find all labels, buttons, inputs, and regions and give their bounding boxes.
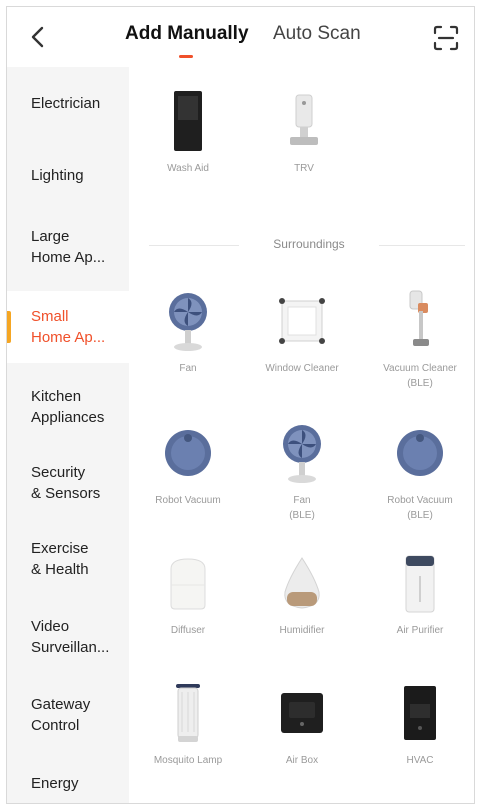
app-screen: Add Manually Auto Scan Electrician Light… xyxy=(6,6,475,804)
device-label: Mosquito Lamp xyxy=(153,755,223,766)
device-label: Fan xyxy=(179,363,197,374)
category-gateway-control[interactable]: Gateway Control xyxy=(7,679,129,751)
device-hvac[interactable]: HVAC xyxy=(365,681,474,768)
device-label: HVAC xyxy=(406,755,434,766)
device-wash-aid[interactable]: Wash Aid xyxy=(133,89,243,176)
category-electrician[interactable]: Electrician xyxy=(7,67,129,139)
air-box-icon xyxy=(281,693,323,733)
category-label: Small Home Ap... xyxy=(31,308,106,346)
category-label: Large Home Ap... xyxy=(31,228,106,266)
category-kitchen-appliances[interactable]: Kitchen Appliances xyxy=(7,371,129,443)
window-cleaner-icon xyxy=(279,298,325,344)
category-label: Video Surveillan... xyxy=(31,618,110,656)
scan-button[interactable] xyxy=(431,23,461,53)
category-large-home-appliances[interactable]: Large Home Ap... xyxy=(7,211,129,283)
trv-valve-icon xyxy=(290,94,318,145)
category-lighting[interactable]: Lighting xyxy=(7,139,129,211)
dark-panel-icon xyxy=(174,91,202,151)
device-label: Humidifier xyxy=(279,625,325,636)
device-diffuser[interactable]: Diffuser xyxy=(133,551,243,638)
robot-vacuum-icon xyxy=(165,430,211,476)
device-label: Vacuum Cleaner (BLE) xyxy=(383,363,457,389)
device-label: Robot Vacuum (BLE) xyxy=(387,495,453,521)
device-grid: Wash Aid TRV Surroundings Fan Window Cle… xyxy=(129,67,474,803)
device-label: Air Box xyxy=(285,755,319,766)
category-small-home-appliances[interactable]: Small Home Ap... xyxy=(7,291,129,363)
category-label: Security & Sensors xyxy=(31,464,101,502)
mosquito-lamp-icon xyxy=(176,684,200,742)
active-category-indicator xyxy=(7,311,11,343)
device-humidifier[interactable]: Humidifier xyxy=(247,551,357,638)
category-video-surveillance[interactable]: Video Surveillan... xyxy=(7,601,129,673)
device-label: Window Cleaner xyxy=(265,363,339,374)
stick-vacuum-icon xyxy=(409,290,429,346)
divider xyxy=(379,245,465,246)
device-fan[interactable]: Fan xyxy=(133,289,243,376)
fan-icon xyxy=(283,425,321,483)
robot-vacuum-icon xyxy=(397,430,443,476)
category-label: Exercise & Health xyxy=(31,540,89,578)
scan-icon xyxy=(433,25,459,51)
category-label: Electrician xyxy=(31,94,101,112)
device-label: TRV xyxy=(294,163,314,174)
device-trv[interactable]: TRV xyxy=(249,89,359,176)
section-title: Surroundings xyxy=(273,237,345,251)
tab-add-manually[interactable]: Add Manually xyxy=(125,23,249,45)
air-purifier-icon xyxy=(405,555,435,613)
section-header: Surroundings xyxy=(149,235,465,255)
category-label: Gateway Control xyxy=(31,696,91,734)
device-air-purifier[interactable]: Air Purifier xyxy=(365,551,474,638)
diffuser-icon xyxy=(170,558,206,610)
device-label: Fan (BLE) xyxy=(289,495,315,521)
category-label: Lighting xyxy=(31,166,84,184)
device-air-box[interactable]: Air Box xyxy=(247,681,357,768)
category-security-sensors[interactable]: Security & Sensors xyxy=(7,447,129,519)
category-energy[interactable]: Energy xyxy=(7,747,129,803)
device-robot-vacuum[interactable]: Robot Vacuum xyxy=(133,421,243,508)
device-vacuum-cleaner-ble[interactable]: Vacuum Cleaner (BLE) xyxy=(365,289,474,391)
category-label: Energy xyxy=(31,774,79,792)
device-label: Diffuser xyxy=(170,625,206,636)
device-label: Robot Vacuum xyxy=(155,495,221,506)
active-tab-indicator xyxy=(179,55,193,58)
divider xyxy=(149,245,239,246)
category-label: Kitchen Appliances xyxy=(31,388,105,426)
category-sidebar: Electrician Lighting Large Home Ap... Sm… xyxy=(7,67,129,803)
device-mosquito-lamp[interactable]: Mosquito Lamp xyxy=(133,681,243,768)
device-fan-ble[interactable]: Fan (BLE) xyxy=(247,421,357,523)
top-bar: Add Manually Auto Scan xyxy=(7,7,474,67)
device-label: Air Purifier xyxy=(396,625,444,636)
back-button[interactable] xyxy=(21,21,53,53)
device-robot-vacuum-ble[interactable]: Robot Vacuum (BLE) xyxy=(365,421,474,523)
chevron-left-icon xyxy=(31,26,44,48)
device-window-cleaner[interactable]: Window Cleaner xyxy=(247,289,357,376)
category-exercise-health[interactable]: Exercise & Health xyxy=(7,523,129,595)
tab-auto-scan[interactable]: Auto Scan xyxy=(273,23,361,45)
fan-icon xyxy=(169,293,207,351)
hvac-icon xyxy=(404,686,436,740)
humidifier-icon xyxy=(284,557,320,609)
device-label: Wash Aid xyxy=(167,163,209,174)
